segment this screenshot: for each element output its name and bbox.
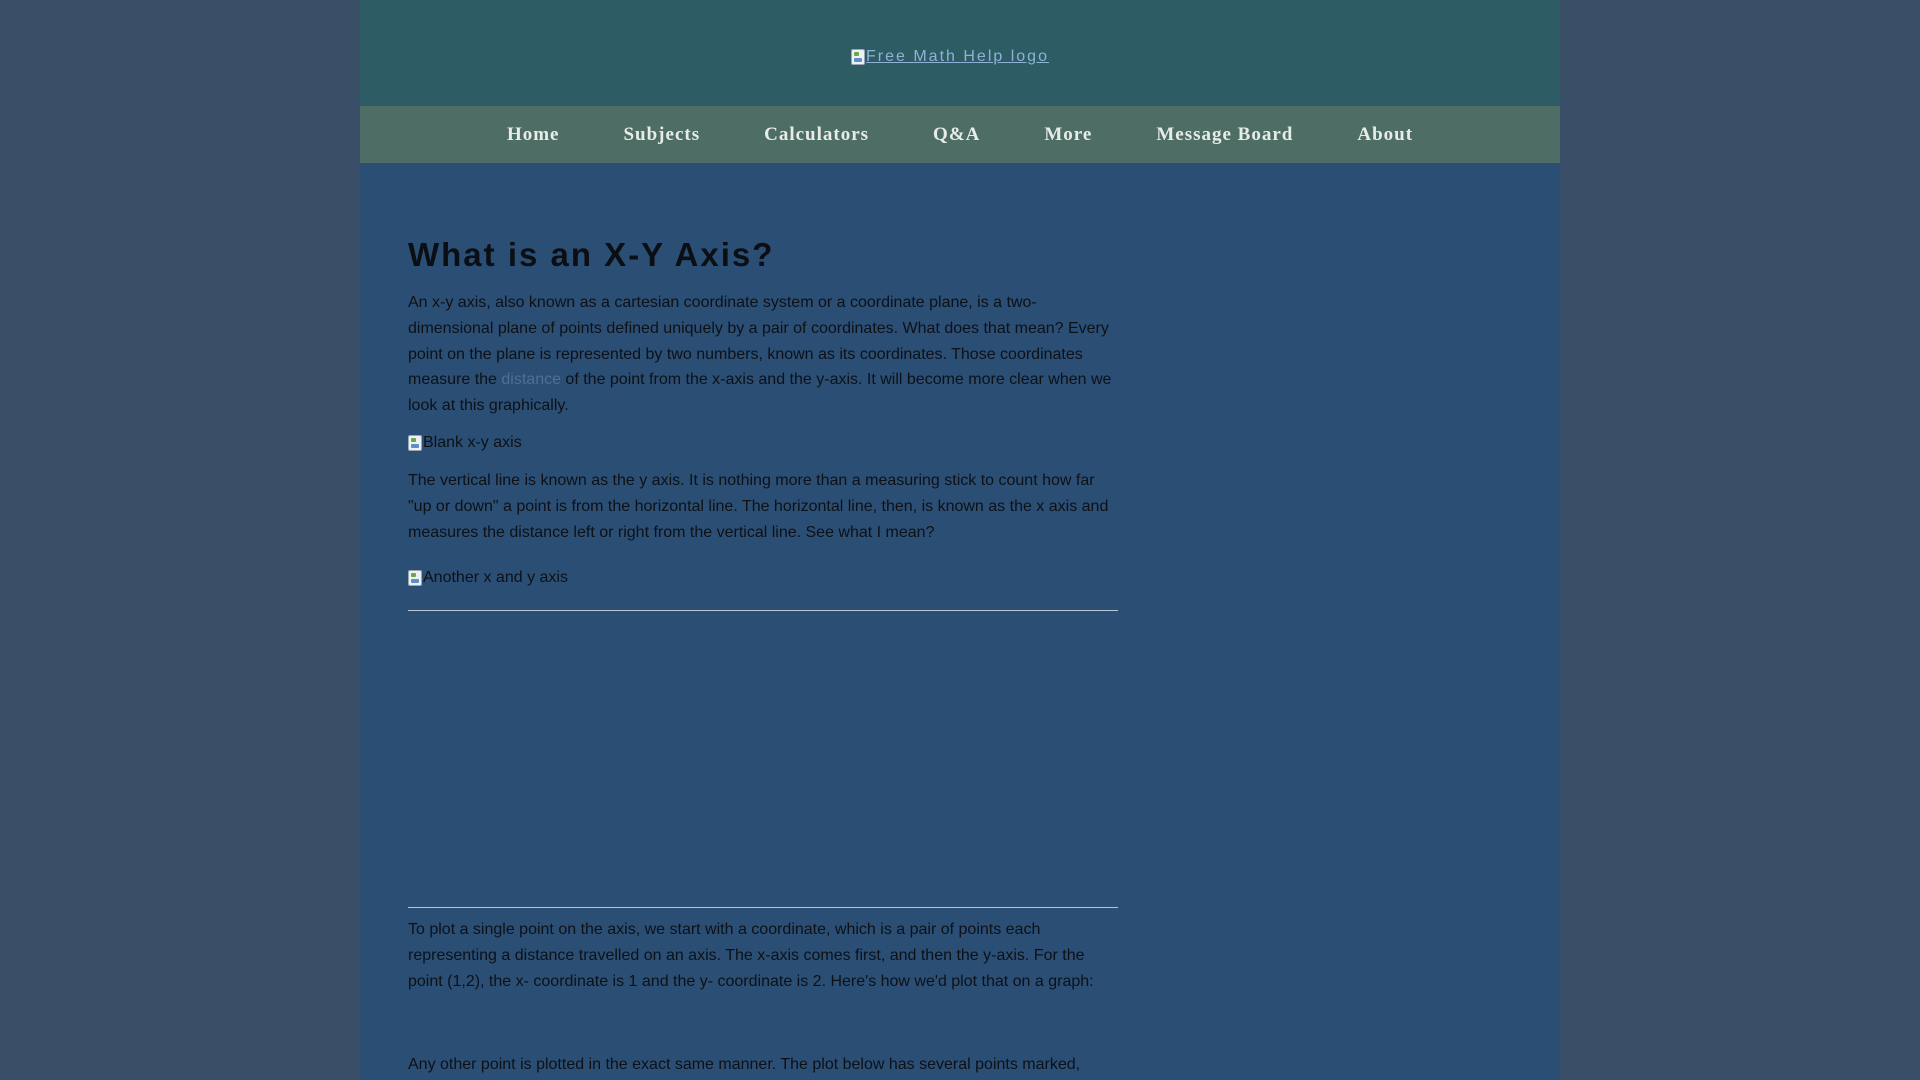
page-container: Free Math Help logo Home Subjects Calcul…	[360, 0, 1560, 1080]
logo-alt-text: Free Math Help logo	[866, 48, 1049, 65]
nav-calculators[interactable]: Calculators	[732, 124, 901, 146]
plot-point-paragraph: To plot a single point on the axis, we s…	[408, 921, 1094, 990]
distance-link[interactable]: distance	[501, 371, 561, 388]
ad-divider-top	[408, 610, 1118, 611]
ad-divider-bottom	[408, 907, 1118, 908]
nav-qa[interactable]: Q&A	[901, 124, 1012, 146]
other-points-paragraph: Any other point is plotted in the exact …	[408, 1056, 1081, 1073]
main-nav: Home Subjects Calculators Q&A More Messa…	[360, 106, 1560, 163]
nav-more[interactable]: More	[1012, 124, 1124, 146]
broken-image-icon	[851, 49, 865, 65]
y-axis-paragraph: The vertical line is known as the y axis…	[408, 472, 1109, 541]
nav-home[interactable]: Home	[475, 124, 592, 146]
blank-axis-image: Blank x-y axis	[408, 434, 522, 452]
broken-image-icon	[408, 570, 422, 586]
page-title: What is an X-Y Axis?	[408, 236, 775, 273]
nav-message-board[interactable]: Message Board	[1124, 124, 1325, 146]
logo-link[interactable]: Free Math Help logo	[851, 48, 1049, 66]
nav-about[interactable]: About	[1325, 124, 1445, 146]
nav-subjects[interactable]: Subjects	[591, 124, 732, 146]
site-header: Free Math Help logo	[360, 0, 1560, 106]
intro-paragraph: An x-y axis, also known as a cartesian c…	[408, 290, 1118, 419]
another-axis-image: Another x and y axis	[408, 569, 568, 587]
blank-axis-alt-text: Blank x-y axis	[423, 434, 522, 451]
broken-image-icon	[408, 435, 422, 451]
another-axis-alt-text: Another x and y axis	[423, 569, 568, 586]
